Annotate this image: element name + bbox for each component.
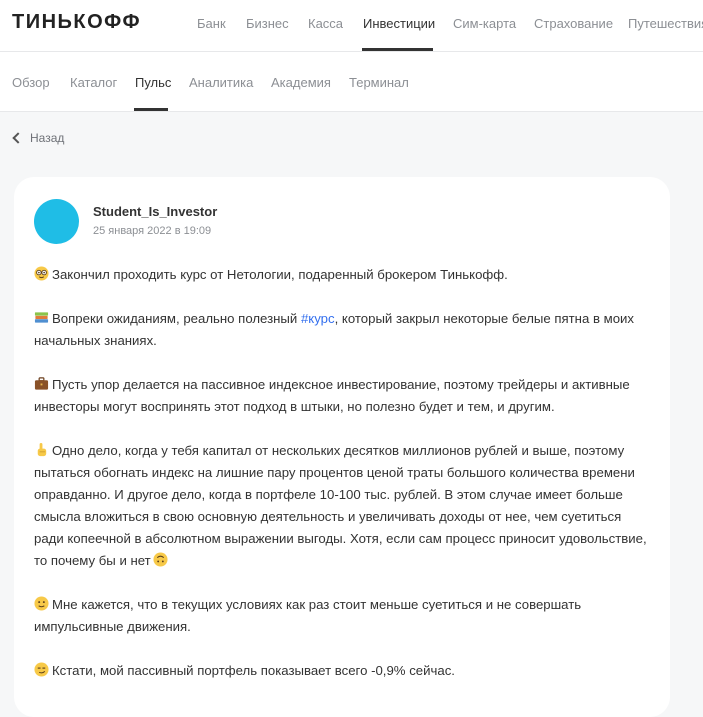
books-emoji — [34, 312, 49, 323]
paragraph-text: Одно дело, когда у тебя капитал от неско… — [34, 443, 647, 568]
main-nav-item-sim-card[interactable]: Сим-карта — [453, 16, 516, 31]
top-navigation-bar: ТИНЬКОФФ Банк Бизнес Касса Инвестиции Си… — [0, 0, 703, 52]
sub-nav-item-analytics[interactable]: Аналитика — [189, 75, 253, 90]
paragraph-text-before: Вопреки ожиданиям, реально полезный — [52, 311, 301, 326]
author-name[interactable]: Student_Is_Investor — [93, 204, 217, 219]
avatar[interactable] — [34, 199, 79, 244]
paragraph-text: Пусть упор делается на пассивное индексн… — [34, 377, 630, 414]
post-paragraph: Вопреки ожиданиям, реально полезный #кур… — [34, 308, 654, 352]
upside-down-face-emoji — [153, 552, 168, 567]
neutral-face-emoji — [34, 596, 49, 611]
sub-navigation-bar: Обзор Каталог Пульс Аналитика Академия Т… — [0, 52, 703, 112]
main-nav-item-bank[interactable]: Банк — [197, 16, 226, 31]
tinkoff-logo[interactable]: ТИНЬКОФФ — [12, 11, 141, 34]
paragraph-text: Мне кажется, что в текущих условиях как … — [34, 597, 582, 634]
sub-nav-item-overview[interactable]: Обзор — [12, 75, 50, 90]
paragraph-text: Кстати, мой пассивный портфель показывае… — [52, 663, 455, 678]
sub-nav-item-terminal[interactable]: Терминал — [349, 75, 409, 90]
pointing-up-emoji — [37, 442, 47, 457]
chevron-left-icon — [12, 132, 24, 144]
sub-nav-item-academy[interactable]: Академия — [271, 75, 331, 90]
post-card: Student_Is_Investor 25 января 2022 в 19:… — [14, 177, 670, 717]
post-paragraph: Закончил проходить курс от Нетологии, по… — [34, 264, 654, 286]
main-nav-item-business[interactable]: Бизнес — [246, 16, 289, 31]
post-paragraph: Кстати, мой пассивный портфель показывае… — [34, 660, 654, 682]
main-nav-item-travel[interactable]: Путешествия — [628, 16, 703, 31]
post-paragraph: Пусть упор делается на пассивное индексн… — [34, 374, 654, 418]
main-nav-item-insurance[interactable]: Страхование — [534, 16, 613, 31]
post-paragraph: Одно дело, когда у тебя капитал от неско… — [34, 440, 654, 572]
active-tab-indicator — [362, 48, 433, 51]
sub-nav-item-catalog[interactable]: Каталог — [70, 75, 117, 90]
post-paragraph: Мне кажется, что в текущих условиях как … — [34, 594, 654, 638]
paragraph-text: Закончил проходить курс от Нетологии, по… — [52, 267, 508, 282]
hashtag-link[interactable]: #курс — [301, 311, 335, 326]
main-nav-item-investments[interactable]: Инвестиции — [363, 16, 435, 31]
main-nav-item-kassa[interactable]: Касса — [308, 16, 343, 31]
smirk-face-emoji — [34, 662, 49, 677]
briefcase-emoji — [34, 377, 49, 390]
post-date: 25 января 2022 в 19:09 — [93, 225, 212, 237]
active-subtab-indicator — [134, 108, 168, 111]
sub-nav-item-pulse[interactable]: Пульс — [135, 75, 171, 90]
back-link-label: Назад — [30, 131, 65, 145]
back-link[interactable]: Назад — [12, 131, 64, 145]
post-body: Закончил проходить курс от Нетологии, по… — [34, 264, 654, 704]
nerd-face-emoji — [34, 266, 49, 281]
